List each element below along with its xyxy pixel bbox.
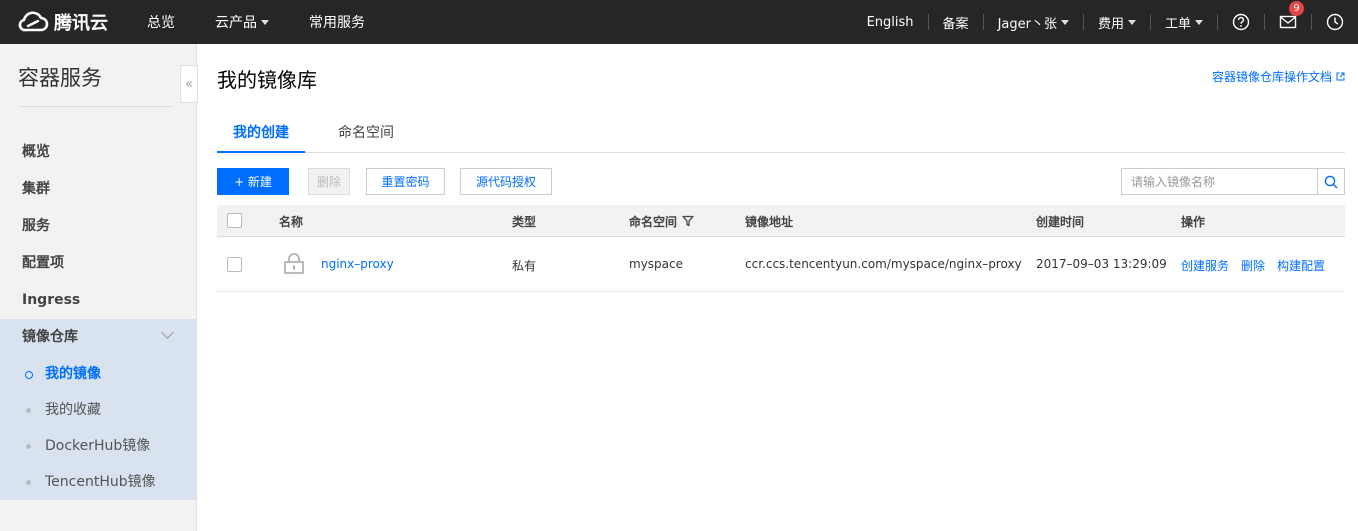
select-all-checkbox[interactable]	[227, 213, 242, 228]
caret-down-icon	[1127, 19, 1136, 25]
sidebar-item-ingress[interactable]: Ingress	[0, 282, 196, 319]
history-button[interactable]	[1312, 13, 1358, 31]
top-nav-left: 总览 云产品 常用服务	[147, 0, 405, 44]
tab-namespaces[interactable]: 命名空间	[338, 122, 394, 153]
nav-overview-label: 总览	[147, 15, 175, 31]
search-box	[1121, 168, 1345, 195]
language-switch[interactable]: English	[853, 15, 928, 30]
tabs: 我的创建 命名空间	[217, 122, 1345, 153]
search-input[interactable]	[1122, 169, 1318, 194]
search-icon	[1324, 175, 1338, 188]
image-address: ccr.ccs.tencentyun.com/myspace/nginx–pro…	[745, 257, 1022, 271]
images-table: 名称 类型 命名空间 镜像地址 创建时间 操作 nginx–proxy 私有 m…	[217, 205, 1345, 292]
sidebar-item-overview[interactable]: 概览	[0, 134, 196, 171]
search-button[interactable]	[1317, 169, 1344, 194]
nav-common-services[interactable]: 常用服务	[309, 12, 365, 32]
caret-down-icon	[261, 19, 269, 25]
image-type: 私有	[512, 259, 537, 273]
table-row: nginx–proxy 私有 myspace ccr.ccs.tencentyu…	[217, 237, 1345, 292]
build-config-link[interactable]: 构建配置	[1277, 257, 1325, 274]
top-bar: 腾讯云 总览 云产品 常用服务 English 备案 Jager丶张 费用 工单	[0, 0, 1358, 44]
row-checkbox[interactable]	[227, 257, 242, 272]
user-menu[interactable]: Jager丶张	[984, 13, 1083, 32]
sidebar: 容器服务 « 概览 集群 服务 配置项 Ingress 镜像仓库 我的镜像 我的…	[0, 44, 198, 531]
sidebar-item-dockerhub[interactable]: DockerHub镜像	[0, 428, 196, 464]
mail-button[interactable]: 9	[1265, 1, 1311, 31]
sidebar-group-label: 镜像仓库	[22, 329, 78, 345]
source-auth-button[interactable]: 源代码授权	[460, 168, 552, 195]
lock-icon	[284, 253, 304, 274]
column-header-created: 创建时间	[1036, 215, 1085, 229]
sidebar-group-header[interactable]: 镜像仓库	[0, 319, 196, 356]
image-name-link[interactable]: nginx–proxy	[321, 257, 394, 271]
nav-overview[interactable]: 总览	[147, 12, 175, 32]
sidebar-menu: 概览 集群 服务 配置项 Ingress 镜像仓库 我的镜像 我的收藏 Dock…	[0, 134, 196, 500]
caret-down-icon	[1195, 19, 1203, 25]
billing-label: 费用	[1097, 16, 1124, 32]
billing-menu[interactable]: 费用	[1084, 13, 1150, 32]
toolbar: + 新建 删除 重置密码 源代码授权	[217, 168, 1345, 196]
help-button[interactable]	[1218, 13, 1264, 31]
doc-link[interactable]: 容器镜像仓库操作文档	[1212, 68, 1345, 85]
sidebar-item-my-images[interactable]: 我的镜像	[0, 356, 196, 392]
table-header: 名称 类型 命名空间 镜像地址 创建时间 操作	[217, 205, 1345, 237]
new-button[interactable]: + 新建	[217, 168, 289, 195]
image-created-time: 2017–09–03 13:29:09	[1036, 257, 1167, 271]
sidebar-item-clusters[interactable]: 集群	[0, 171, 196, 208]
double-chevron-left-icon: «	[185, 76, 193, 92]
sidebar-item-config[interactable]: 配置项	[0, 245, 196, 282]
delete-link[interactable]: 删除	[1241, 257, 1265, 274]
ticket-label: 工单	[1164, 16, 1191, 32]
tab-my-created[interactable]: 我的创建	[217, 122, 305, 153]
user-name: Jager丶张	[997, 16, 1057, 32]
column-header-name: 名称	[279, 215, 304, 229]
ticket-menu[interactable]: 工单	[1151, 13, 1217, 32]
divider	[18, 106, 174, 107]
delete-button[interactable]: 删除	[308, 168, 350, 195]
top-nav-right: English 备案 Jager丶张 费用 工单 9	[853, 0, 1358, 44]
collapse-sidebar-button[interactable]: «	[180, 65, 198, 103]
brand-logo[interactable]: 腾讯云	[16, 7, 108, 37]
column-header-type: 类型	[512, 215, 537, 229]
doc-link-label: 容器镜像仓库操作文档	[1211, 70, 1332, 84]
clock-icon	[1326, 13, 1344, 31]
image-namespace: myspace	[629, 257, 683, 271]
help-icon	[1232, 13, 1250, 31]
brand-name: 腾讯云	[54, 13, 108, 34]
nav-products[interactable]: 云产品	[215, 12, 269, 32]
sidebar-item-services[interactable]: 服务	[0, 208, 196, 245]
create-service-link[interactable]: 创建服务	[1181, 257, 1229, 274]
language-label: English	[866, 14, 914, 30]
caret-down-icon	[1060, 19, 1069, 25]
sidebar-item-my-favorites[interactable]: 我的收藏	[0, 392, 196, 428]
cloud-logo-icon	[18, 11, 49, 32]
mail-badge: 9	[1289, 1, 1304, 16]
column-header-actions: 操作	[1181, 215, 1206, 229]
sidebar-title: 容器服务	[18, 66, 102, 90]
page-title: 我的镜像库	[217, 68, 317, 92]
chevron-down-icon	[161, 326, 174, 339]
sidebar-item-tencenthub[interactable]: TencentHub镜像	[0, 464, 196, 500]
external-link-icon	[1336, 72, 1345, 81]
filter-icon[interactable]	[682, 215, 694, 227]
filing-label: 备案	[942, 16, 969, 32]
column-header-namespace[interactable]: 命名空间	[629, 213, 677, 230]
nav-products-label: 云产品	[215, 15, 257, 31]
nav-filing[interactable]: 备案	[929, 13, 983, 32]
column-header-address: 镜像地址	[745, 215, 794, 229]
sidebar-group-image-registry: 镜像仓库 我的镜像 我的收藏 DockerHub镜像 TencentHub镜像	[0, 319, 196, 500]
nav-common-services-label: 常用服务	[309, 15, 365, 31]
reset-password-button[interactable]: 重置密码	[366, 168, 445, 195]
